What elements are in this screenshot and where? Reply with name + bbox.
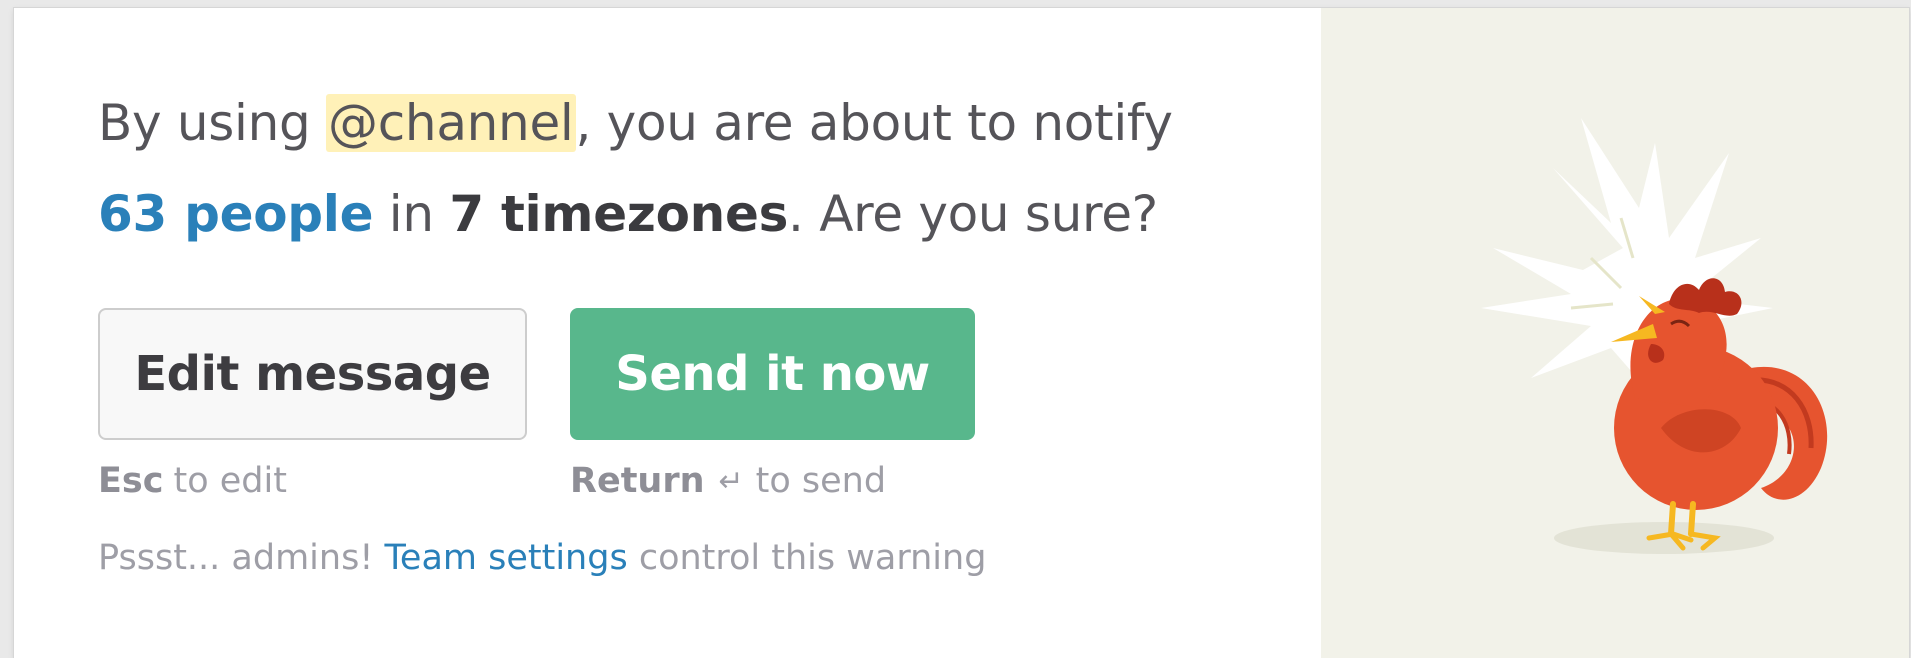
send-hint-text: to send	[755, 461, 887, 501]
send-it-now-button[interactable]: Send it now	[570, 308, 975, 440]
crowing-rooster-illustration	[1481, 118, 1828, 554]
edit-message-button[interactable]: Edit message	[98, 308, 527, 440]
edit-action: Edit message Esc to edit	[98, 308, 527, 506]
esc-key-label: Esc	[98, 461, 164, 501]
warning-message: By using @channel, you are about to noti…	[98, 78, 1318, 260]
message-in: in	[373, 185, 450, 243]
dialog-actions: Edit message Esc to edit Send it now Ret…	[98, 308, 975, 506]
footer-prefix: Pssst... admins!	[98, 538, 385, 578]
enter-key-icon: ↵	[718, 463, 744, 499]
dialog-content: By using @channel, you are about to noti…	[98, 78, 1318, 578]
people-count: 63 people	[98, 185, 374, 243]
edit-hint-text: to edit	[173, 461, 287, 501]
send-action: Send it now Return ↵ to send	[570, 308, 975, 506]
channel-mention: @channel	[326, 94, 576, 152]
footer-suffix: control this warning	[627, 538, 987, 578]
message-middle: , you are about to notify	[575, 94, 1173, 152]
channel-warning-dialog: By using @channel, you are about to noti…	[14, 8, 1909, 658]
message-suffix: . Are you sure?	[788, 185, 1158, 243]
send-hint: Return ↵ to send	[570, 456, 975, 506]
return-key-label: Return	[570, 461, 705, 501]
admin-footer-note: Pssst... admins! Team settings control t…	[98, 538, 986, 578]
illustration-panel	[1321, 8, 1909, 658]
edit-hint: Esc to edit	[98, 456, 527, 506]
message-prefix: By using	[98, 94, 327, 152]
timezone-count: 7 timezones	[449, 185, 789, 243]
team-settings-link[interactable]: Team settings	[384, 538, 627, 578]
